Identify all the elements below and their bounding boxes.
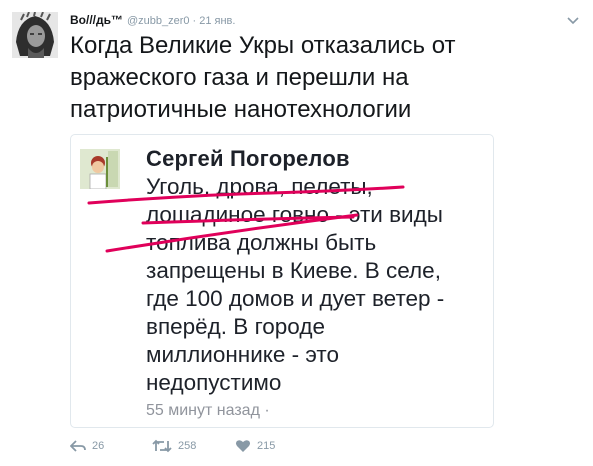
heart-icon: [236, 440, 250, 452]
like-count: 215: [257, 440, 276, 452]
reply-icon: [70, 440, 86, 452]
tweet-text-line: вражеского газа и перешли на: [70, 64, 409, 91]
quoted-author-name: Сергей Погорелов: [146, 146, 350, 171]
retweet-icon: [152, 439, 172, 453]
retweet-count: 258: [178, 440, 197, 452]
tweet-date[interactable]: 21 янв.: [199, 15, 235, 27]
tweet-text-line: патриотичные нанотехнологии: [70, 96, 412, 123]
quoted-post-time: 55 минут назад ·: [146, 402, 270, 419]
attached-image-card[interactable]: Сергей Погорелов Уголь, дрова, пелеты, л…: [70, 134, 494, 428]
reply-button[interactable]: 26: [70, 436, 104, 456]
quoted-text-line: топлива должны быть: [146, 230, 377, 255]
quoted-text-line: миллионнике - это: [146, 342, 339, 367]
quoted-post-text: Уголь, дрова, пелеты, лошадиное говно - …: [146, 173, 491, 397]
quoted-text-line: вперёд. В городе: [146, 314, 325, 339]
quoted-text-line: Уголь, дрова, пелеты,: [146, 174, 373, 199]
more-options-chevron-down-icon[interactable]: [565, 12, 581, 28]
tweet-actions: 26 258 215: [70, 436, 470, 456]
tweet-text: Когда Великие Укры отказались от вражеск…: [70, 30, 570, 126]
quoted-text-line: где 100 домов и дует ветер -: [146, 286, 445, 311]
author-handle[interactable]: @zubb_zer0: [127, 15, 190, 27]
quoted-author-avatar: [80, 149, 120, 190]
quoted-text-line: запрещены в Киеве. В селе,: [146, 258, 441, 283]
like-button[interactable]: 215: [235, 436, 275, 456]
reply-count: 26: [92, 440, 105, 452]
quoted-text-line: недопустимо: [146, 370, 282, 395]
header-separator: ·: [192, 15, 197, 27]
quoted-text-line: лошадиное говно - эти виды: [146, 202, 443, 227]
tweet-text-line: Когда Великие Укры отказались от: [70, 32, 456, 59]
author-name[interactable]: Во///дь™: [70, 13, 123, 27]
retweet-button[interactable]: 258: [152, 436, 196, 456]
author-avatar[interactable]: [12, 12, 58, 58]
tweet-header: Во///дь™ @zubb_zer0 · 21 янв.: [70, 12, 570, 28]
